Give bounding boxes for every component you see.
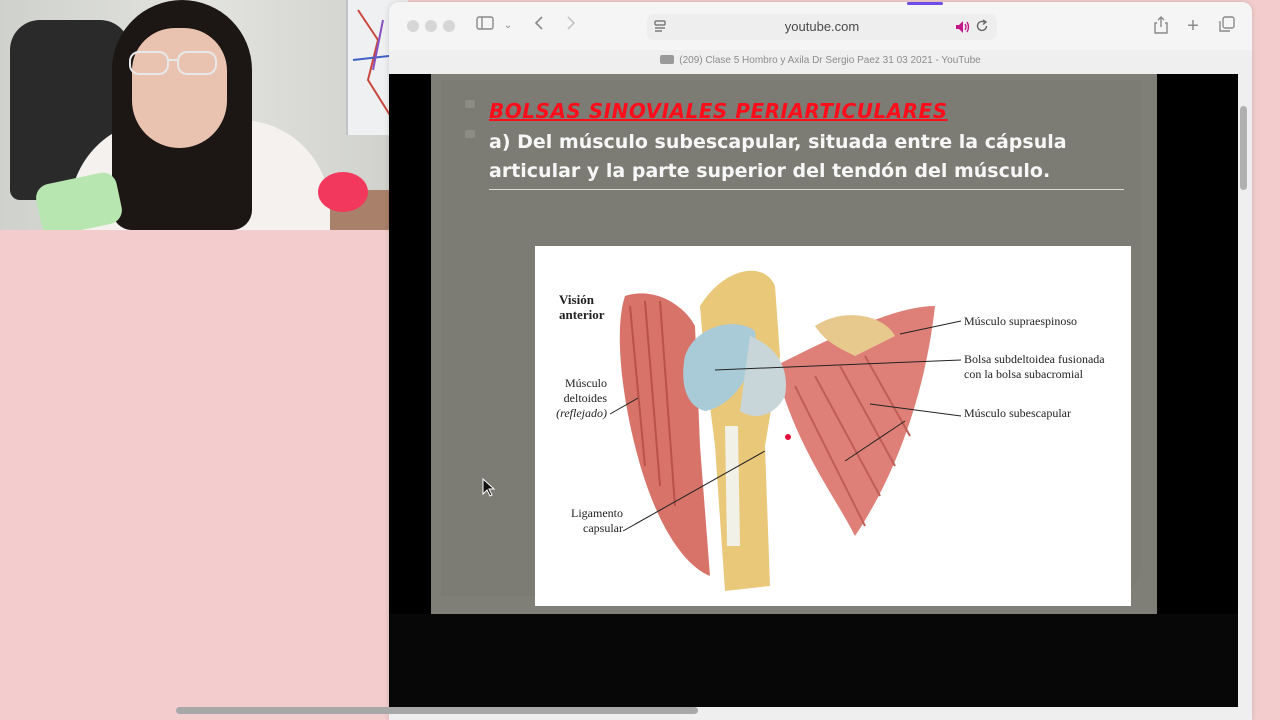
figure-title: Visión anterior	[559, 292, 604, 322]
vertical-scrollbar[interactable]	[1240, 106, 1247, 190]
horizontal-scrollbar[interactable]	[176, 707, 698, 714]
webcam-glasses	[129, 51, 217, 75]
slide-content: BOLSAS SINOVIALES PERIARTICULARES a) Del…	[441, 80, 1141, 606]
minimize-window-button[interactable]	[425, 20, 437, 32]
video-letterbox	[389, 614, 1238, 707]
browser-toolbar: ⌄ youtube.com +	[389, 2, 1252, 50]
tab-overview-icon[interactable]	[1218, 16, 1236, 36]
label-deltoides-line2: deltoides	[563, 391, 607, 405]
slide-divider	[489, 189, 1124, 190]
tab-active[interactable]: (209) Clase 5 Hombro y Axila Dr Sergio P…	[389, 55, 1252, 66]
label-bolsa: Bolsa subdeltoidea fusionada con la bols…	[964, 352, 1105, 382]
new-tab-icon[interactable]: +	[1184, 16, 1202, 36]
youtube-icon	[660, 55, 675, 64]
label-deltoides-line3: (reflejado)	[556, 406, 607, 420]
slide-paragraph: a) Del músculo subescapular, situada ent…	[489, 131, 1067, 182]
webcam-overlay	[0, 0, 408, 230]
slide-heading: BOLSAS SINOVIALES PERIARTICULARES	[489, 99, 948, 123]
speaker-icon[interactable]	[955, 20, 971, 39]
shoulder-anatomy-illustration	[609, 270, 962, 591]
address-text: youtube.com	[784, 19, 860, 34]
label-ligamento: Ligamento capsular	[563, 506, 623, 536]
label-supraespinoso: Músculo supraespinoso	[964, 314, 1077, 328]
chevron-down-icon[interactable]: ⌄	[501, 16, 515, 36]
tab-title: (209) Clase 5 Hombro y Axila Dr Sergio P…	[679, 55, 981, 66]
media-indicator	[907, 2, 943, 5]
back-icon[interactable]	[531, 16, 547, 36]
sidebar-toggle-icon[interactable]	[475, 16, 495, 36]
mouse-cursor-icon	[482, 478, 496, 497]
webcam-person-face	[132, 28, 227, 148]
label-ligamento-line2: capsular	[583, 521, 623, 535]
tab-bar: (209) Clase 5 Hombro y Axila Dr Sergio P…	[389, 50, 1252, 74]
address-bar[interactable]: youtube.com	[647, 14, 997, 40]
webcam-scrunchie	[318, 172, 368, 212]
figure-title-line1: Visión	[559, 292, 594, 307]
figure-title-line2: anterior	[559, 307, 605, 322]
label-deltoides: Músculo deltoides (reflejado)	[555, 376, 607, 421]
slide: BOLSAS SINOVIALES PERIARTICULARES a) Del…	[431, 74, 1157, 614]
browser-window: ⌄ youtube.com + (209) Clase 5 Hombro y A…	[389, 2, 1252, 720]
label-subescapular: Músculo subescapular	[964, 406, 1071, 420]
forward-icon[interactable]	[563, 16, 579, 36]
maximize-window-button[interactable]	[443, 20, 455, 32]
label-bolsa-line2: con la bolsa subacromial	[964, 367, 1083, 381]
bullet-icon	[465, 130, 475, 138]
reload-icon[interactable]	[975, 19, 989, 38]
bullet-icon	[465, 100, 475, 108]
label-bolsa-line1: Bolsa subdeltoidea fusionada	[964, 352, 1105, 366]
video-player[interactable]: BOLSAS SINOVIALES PERIARTICULARES a) Del…	[389, 74, 1238, 707]
share-icon[interactable]	[1152, 16, 1170, 36]
label-deltoides-line1: Músculo	[565, 376, 607, 390]
label-ligamento-line1: Ligamento	[571, 506, 623, 520]
anatomy-figure: Visión anterior Músculo deltoides (refle…	[535, 246, 1131, 606]
close-window-button[interactable]	[407, 20, 419, 32]
